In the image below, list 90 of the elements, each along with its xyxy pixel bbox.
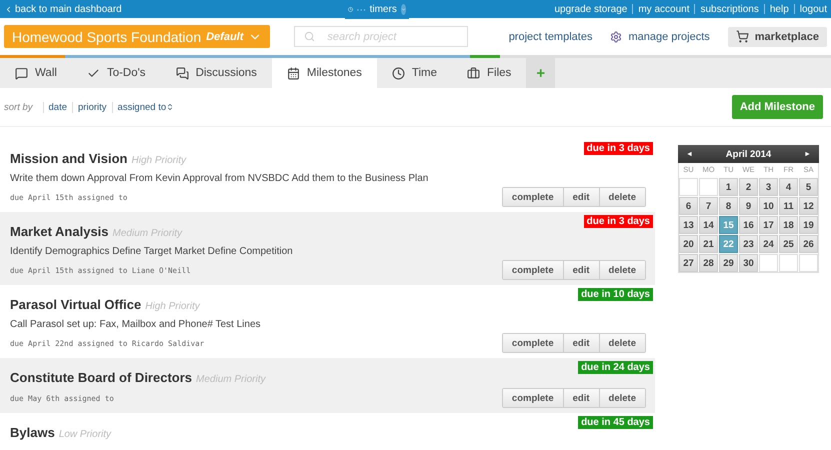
calendar-day[interactable]: 28 — [699, 254, 718, 272]
month-title: April 2014 — [726, 148, 772, 160]
edit-button[interactable]: edit — [562, 389, 599, 407]
top-link[interactable]: subscriptions — [700, 4, 759, 14]
sort-label: sort by — [4, 102, 33, 112]
manage-projects-link[interactable]: manage projects — [610, 30, 710, 42]
sort-link[interactable]: assigned to — [112, 102, 180, 112]
tab[interactable]: Time — [376, 58, 452, 88]
calendar-day[interactable]: 21 — [699, 235, 718, 253]
calendar-day[interactable]: 19 — [799, 216, 818, 234]
tab[interactable]: To-Do's — [72, 58, 161, 88]
calendar-icon — [286, 66, 300, 80]
tab[interactable]: Files — [452, 58, 526, 88]
priority-label: High Priority — [132, 155, 186, 166]
calendar-day[interactable]: 1 — [719, 178, 738, 196]
milestone-title: Mission and Vision — [10, 151, 128, 166]
calendar-day[interactable]: 12 — [799, 197, 818, 215]
calendar-day[interactable]: 2 — [739, 178, 758, 196]
due-label: due in 3 days — [584, 142, 653, 155]
calendar-day[interactable]: 5 — [799, 178, 818, 196]
milestone-description: Identify Demographics Define Target Market Define Competition — [10, 246, 294, 257]
chevron-icon — [400, 4, 406, 15]
briefcase-icon — [467, 66, 480, 80]
milestone-title: Constitute Board of Directors — [10, 370, 192, 385]
delete-button[interactable]: delete — [598, 334, 645, 352]
complete-button[interactable]: complete — [502, 389, 563, 407]
calendar-day[interactable]: 9 — [739, 197, 758, 215]
top-link[interactable]: help — [770, 4, 789, 14]
clock-icon — [392, 66, 405, 80]
chat-icon — [176, 66, 189, 80]
complete-button[interactable]: complete — [502, 261, 563, 279]
calendar-day[interactable]: 18 — [779, 216, 798, 234]
complete-button[interactable]: complete — [502, 188, 563, 206]
calendar-day[interactable]: 25 — [779, 235, 798, 253]
delete-button[interactable]: delete — [598, 188, 645, 206]
calendar-day[interactable]: 6 — [679, 197, 698, 215]
milestone-title: Bylaws — [10, 425, 55, 440]
calendar-day[interactable]: 29 — [719, 254, 738, 272]
tab[interactable]: Discussions — [160, 58, 272, 88]
edit-button[interactable]: edit — [562, 188, 599, 206]
project-templates-link[interactable]: project templates — [508, 30, 592, 42]
due-label: due in 10 days — [578, 288, 653, 301]
calendar-day[interactable]: 14 — [699, 216, 718, 234]
check-icon — [86, 66, 100, 80]
back-icon — [4, 4, 13, 14]
sort-link[interactable]: date — [42, 102, 72, 112]
due-label: due in 24 days — [578, 361, 653, 374]
priority-label: Low Priority — [58, 429, 112, 440]
sort-icon — [166, 103, 174, 111]
priority-label: High Priority — [145, 301, 200, 312]
calendar-day[interactable]: 13 — [679, 216, 698, 234]
milestone-title: Market Analysis — [10, 224, 109, 239]
calendar-day[interactable]: 30 — [739, 254, 758, 272]
tab[interactable]: Milestones — [272, 58, 377, 88]
milestone-description: Call Parasol set up: Fax, Mailbox and Phone# Test Lines — [10, 319, 262, 330]
calendar-day[interactable]: 4 — [779, 178, 798, 196]
settings-icon — [610, 30, 622, 42]
search-icon — [304, 31, 316, 42]
calendar-day[interactable]: 7 — [699, 197, 718, 215]
marketplace-button[interactable]: marketplace — [728, 26, 827, 46]
milestone-description: Write them down Approval From Kevin Approval from NVSBDC Add them to the Business Plan — [10, 173, 430, 184]
calendar-day[interactable]: 3 — [759, 178, 778, 196]
delete-button[interactable]: delete — [598, 261, 645, 279]
calendar-day[interactable]: 26 — [799, 235, 818, 253]
calendar-day[interactable]: 11 — [779, 197, 798, 215]
edit-button[interactable]: edit — [562, 261, 599, 279]
cart-icon — [736, 30, 749, 43]
calendar-day[interactable]: 27 — [679, 254, 698, 272]
top-link[interactable]: logout — [800, 4, 827, 14]
back-link[interactable]: back to main dashboard — [4, 4, 122, 14]
sort-link[interactable]: priority — [72, 102, 112, 112]
calendar-day[interactable]: 24 — [759, 235, 778, 253]
dots-icon — [357, 8, 366, 12]
delete-button[interactable]: delete — [598, 389, 645, 407]
speech-bubble-icon — [15, 66, 28, 80]
calendar-day[interactable]: 17 — [759, 216, 778, 234]
edit-button[interactable]: edit — [562, 334, 599, 352]
calendar-day[interactable]: 10 — [759, 197, 778, 215]
calendar-day[interactable]: 16 — [739, 216, 758, 234]
tab[interactable]: Wall — [0, 58, 72, 88]
complete-button[interactable]: complete — [502, 334, 563, 352]
milestone-title: Parasol Virtual Office — [10, 297, 142, 312]
top-link[interactable]: upgrade storage — [554, 4, 628, 14]
due-label: due in 45 days — [578, 416, 653, 429]
calendar-day[interactable]: 23 — [739, 235, 758, 253]
calendar-day[interactable]: 20 — [679, 235, 698, 253]
top-link[interactable]: my account — [638, 4, 690, 14]
clock-icon — [348, 4, 354, 15]
calendar-day[interactable]: 8 — [719, 197, 738, 215]
due-label: due in 3 days — [584, 215, 653, 228]
